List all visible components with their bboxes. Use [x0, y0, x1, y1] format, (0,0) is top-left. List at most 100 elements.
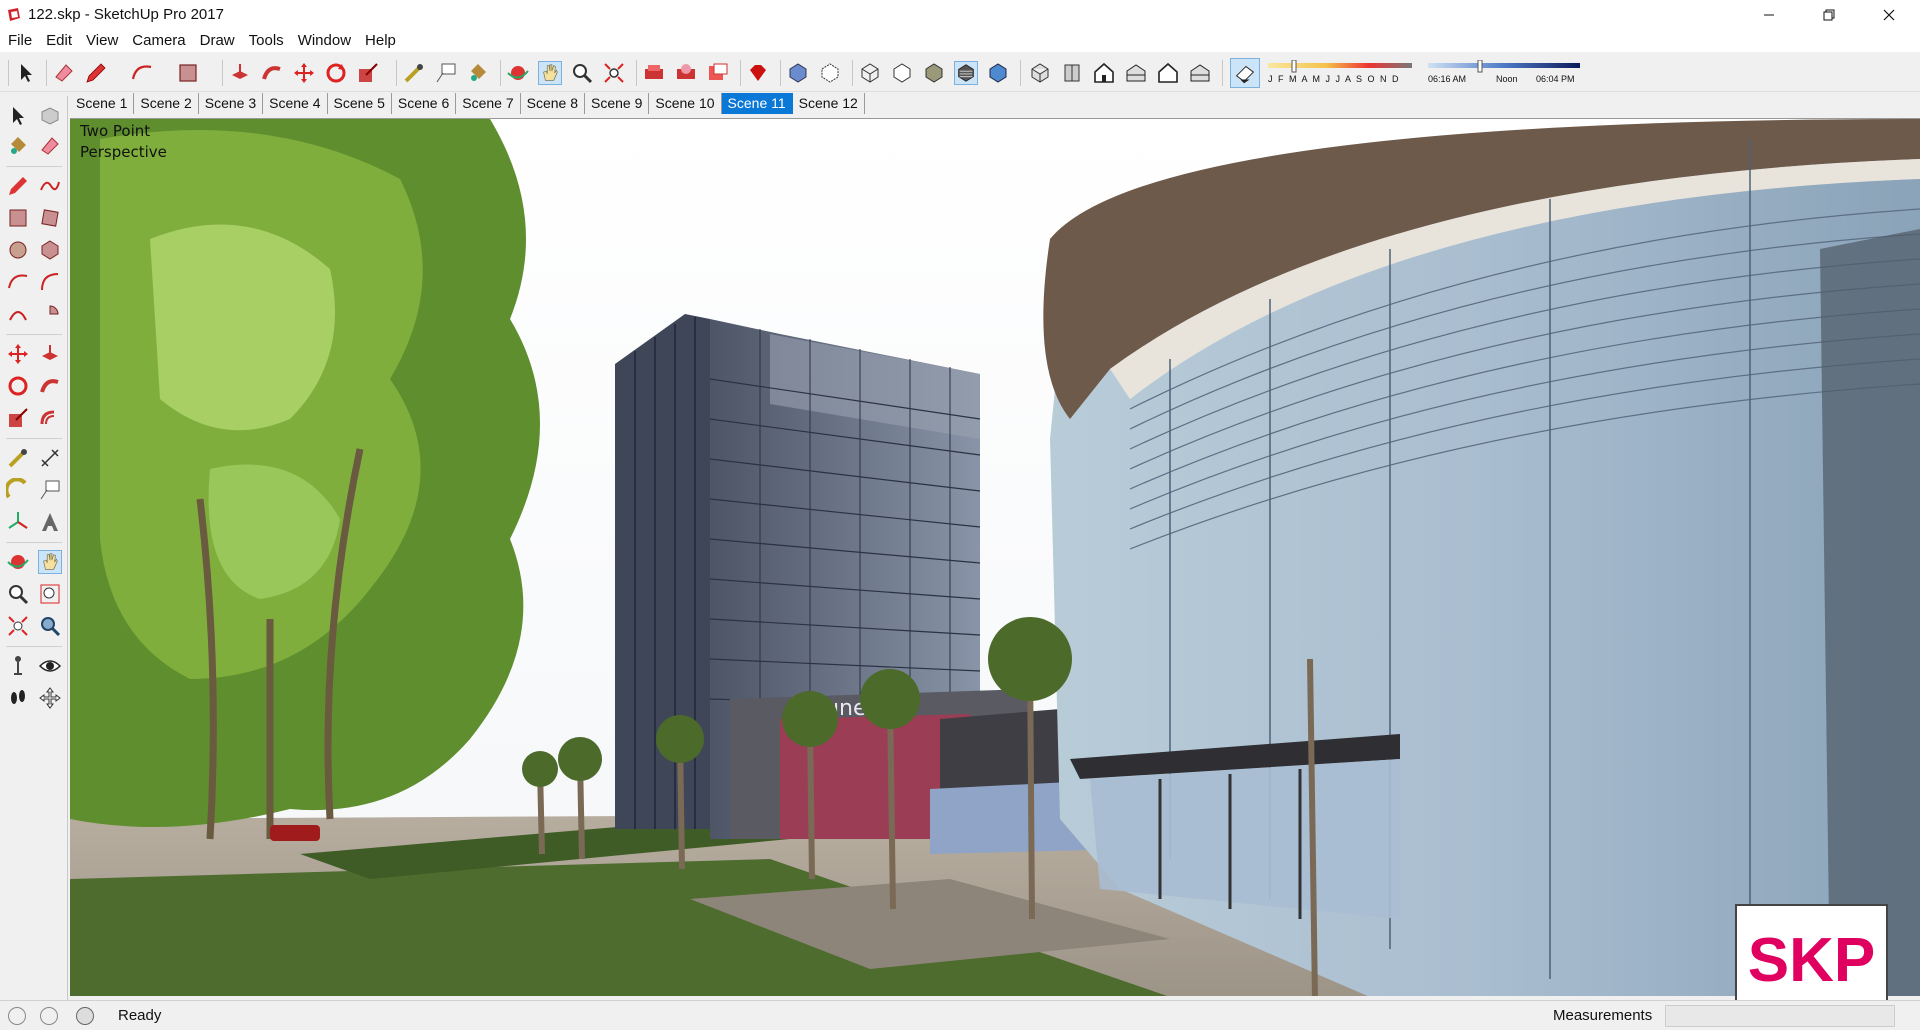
warehouse-icon[interactable]	[642, 61, 666, 85]
tab-scene-7[interactable]: Scene 7	[456, 93, 521, 114]
tab-scene-11[interactable]: Scene 11	[721, 93, 793, 114]
restore-button[interactable]	[1806, 0, 1852, 30]
credits-icon[interactable]	[40, 1007, 58, 1025]
measurements-input[interactable]	[1665, 1005, 1895, 1027]
rotated-rectangle-icon[interactable]	[38, 206, 62, 230]
scale-icon[interactable]	[356, 61, 380, 85]
freehand-icon[interactable]	[38, 174, 62, 198]
tab-scene-5[interactable]: Scene 5	[328, 93, 392, 114]
front-view-icon[interactable]	[1092, 61, 1116, 85]
ruby-icon[interactable]	[746, 61, 770, 85]
geolocation-icon[interactable]	[8, 1007, 26, 1025]
minimize-button[interactable]	[1746, 0, 1792, 30]
tab-scene-10[interactable]: Scene 10	[649, 93, 722, 114]
scale-icon[interactable]	[6, 406, 30, 430]
push-pull-icon[interactable]	[228, 61, 252, 85]
text-icon[interactable]	[38, 478, 62, 502]
shadows-toggle-icon[interactable]	[1230, 58, 1260, 88]
zoom-extents-icon[interactable]	[602, 61, 626, 85]
menu-file[interactable]: File	[0, 30, 39, 52]
tab-scene-6[interactable]: Scene 6	[392, 93, 457, 114]
arc-icon[interactable]	[6, 270, 30, 294]
close-button[interactable]	[1866, 0, 1912, 30]
select-icon[interactable]	[6, 104, 30, 128]
polygon-icon[interactable]	[38, 238, 62, 262]
menu-view[interactable]: View	[79, 30, 125, 52]
tab-scene-8[interactable]: Scene 8	[521, 93, 585, 114]
walk-icon[interactable]	[6, 686, 30, 710]
user-icon[interactable]	[76, 1007, 94, 1025]
move-icon[interactable]	[6, 342, 30, 366]
eraser-icon[interactable]	[52, 61, 76, 85]
protractor-icon[interactable]	[6, 478, 30, 502]
textured-icon[interactable]	[954, 61, 978, 85]
shadow-time-slider[interactable]: 06:16 AM Noon 06:04 PM	[1424, 58, 1584, 88]
zoom-extents-icon[interactable]	[6, 614, 30, 638]
rectangle-icon[interactable]	[176, 61, 200, 85]
move-icon[interactable]	[292, 61, 316, 85]
pencil-icon[interactable]	[84, 61, 108, 85]
rotate-icon[interactable]	[6, 374, 30, 398]
pan-icon[interactable]	[38, 550, 62, 574]
offset-icon[interactable]	[38, 406, 62, 430]
previous-view-icon[interactable]	[38, 614, 62, 638]
orbit-icon[interactable]	[506, 61, 530, 85]
follow-me-icon[interactable]	[260, 61, 284, 85]
model-viewport[interactable]: Tunes G Two Point Perspective	[70, 118, 1920, 996]
three-point-arc-icon[interactable]	[6, 302, 30, 326]
menu-tools[interactable]: Tools	[242, 30, 291, 52]
monochrome-icon[interactable]	[986, 61, 1010, 85]
rectangle-icon[interactable]	[6, 206, 30, 230]
menu-camera[interactable]: Camera	[125, 30, 192, 52]
tape-measure-icon[interactable]	[6, 446, 30, 470]
select-icon[interactable]	[14, 61, 38, 85]
menu-edit[interactable]: Edit	[39, 30, 79, 52]
back-edges-icon[interactable]	[818, 61, 842, 85]
menu-draw[interactable]: Draw	[193, 30, 242, 52]
dimension-icon[interactable]	[38, 446, 62, 470]
layout-icon[interactable]	[706, 61, 730, 85]
hidden-line-icon[interactable]	[890, 61, 914, 85]
component-icon[interactable]	[38, 104, 62, 128]
extension-warehouse-icon[interactable]	[674, 61, 698, 85]
paint-bucket-icon[interactable]	[6, 134, 30, 158]
arc-icon[interactable]	[130, 61, 154, 85]
shaded-icon[interactable]	[922, 61, 946, 85]
look-around-icon[interactable]	[38, 654, 62, 678]
wireframe-icon[interactable]	[858, 61, 882, 85]
3d-text-icon[interactable]	[38, 510, 62, 534]
back-view-icon[interactable]	[1156, 61, 1180, 85]
iso-view-icon[interactable]	[1028, 61, 1052, 85]
zoom-icon[interactable]	[6, 582, 30, 606]
xray-icon[interactable]	[786, 61, 810, 85]
zoom-icon[interactable]	[570, 61, 594, 85]
top-view-icon[interactable]	[1060, 61, 1084, 85]
rotate-icon[interactable]	[324, 61, 348, 85]
paint-bucket-icon[interactable]	[466, 61, 490, 85]
zoom-window-icon[interactable]	[38, 582, 62, 606]
tab-scene-12[interactable]: Scene 12	[793, 93, 865, 114]
tab-scene-9[interactable]: Scene 9	[585, 93, 650, 114]
section-plane-icon[interactable]	[38, 686, 62, 710]
right-view-icon[interactable]	[1124, 61, 1148, 85]
pan-icon[interactable]	[538, 61, 562, 85]
circle-icon[interactable]	[6, 238, 30, 262]
text-icon[interactable]	[434, 61, 458, 85]
tab-scene-1[interactable]: Scene 1	[70, 93, 135, 114]
pie-icon[interactable]	[38, 302, 62, 326]
follow-me-icon[interactable]	[38, 374, 62, 398]
tape-measure-icon[interactable]	[402, 61, 426, 85]
axes-icon[interactable]	[6, 510, 30, 534]
tab-scene-4[interactable]: Scene 4	[263, 93, 328, 114]
tab-scene-3[interactable]: Scene 3	[199, 93, 264, 114]
tab-scene-2[interactable]: Scene 2	[134, 93, 199, 114]
line-icon[interactable]	[6, 174, 30, 198]
eraser-icon[interactable]	[38, 134, 62, 158]
shadow-date-slider[interactable]: J F M A M J J A S O N D	[1264, 58, 1414, 88]
menu-window[interactable]: Window	[291, 30, 358, 52]
push-pull-icon[interactable]	[38, 342, 62, 366]
menu-help[interactable]: Help	[358, 30, 403, 52]
orbit-icon[interactable]	[6, 550, 30, 574]
left-view-icon[interactable]	[1188, 61, 1212, 85]
position-camera-icon[interactable]	[6, 654, 30, 678]
